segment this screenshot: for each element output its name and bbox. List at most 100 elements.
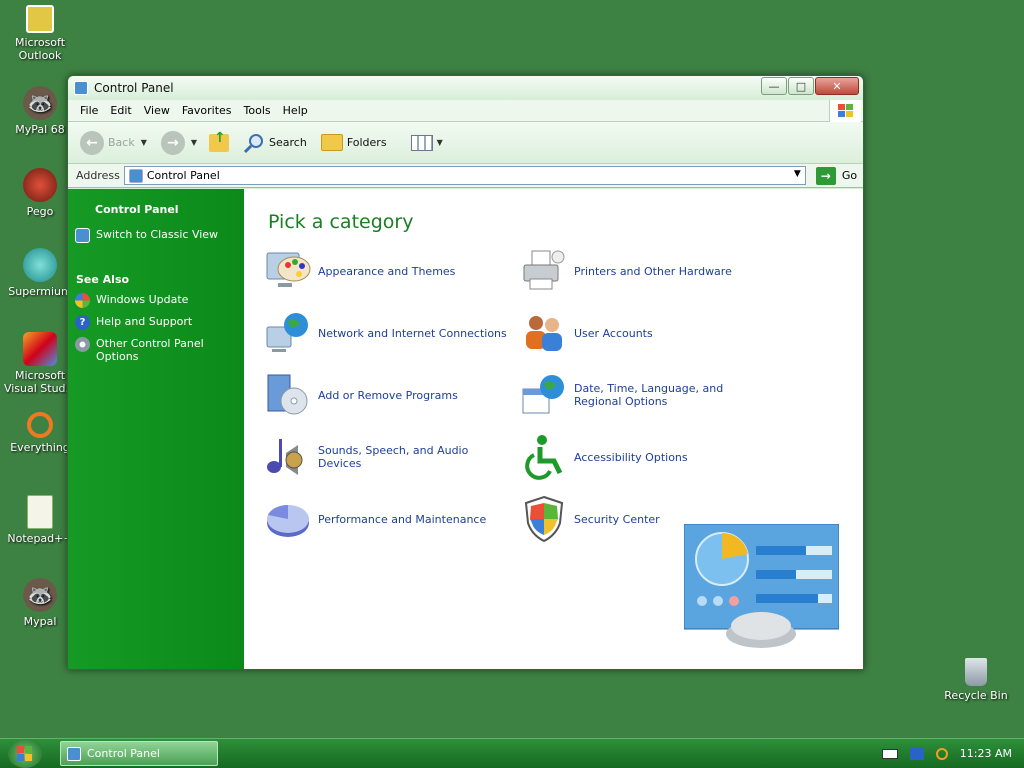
printer-icon [523, 250, 565, 290]
gear-icon [75, 337, 90, 352]
desktop-icon-label: Microsoft Outlook [14, 36, 66, 62]
menu-favorites[interactable]: Favorites [176, 104, 238, 117]
address-bar: Address Control Panel ▼ → Go [68, 164, 863, 188]
category-performance-maintenance[interactable]: Performance and Maintenance [264, 495, 514, 543]
windows-update-link[interactable]: Windows Update [68, 293, 244, 308]
task-pane-title: Control Panel [95, 203, 179, 216]
accessibility-icon [525, 435, 563, 480]
search-icon [243, 133, 264, 153]
visual-studio-icon [23, 332, 57, 366]
taskbar-button-label: Control Panel [87, 747, 160, 760]
desktop-icon-recycle-bin[interactable]: Recycle Bin [937, 658, 1015, 702]
security-shield-icon [524, 495, 564, 543]
menu-view[interactable]: View [138, 104, 176, 117]
date-time-globe-icon [522, 375, 564, 414]
network-icon[interactable] [909, 747, 924, 760]
address-value: Control Panel [146, 169, 220, 182]
category-label: Performance and Maintenance [318, 512, 487, 526]
category-label: Add or Remove Programs [318, 388, 458, 402]
windows-update-label: Windows Update [96, 293, 189, 306]
back-button[interactable]: ← Back [80, 130, 135, 155]
desktop-icon-outlook[interactable]: Microsoft Outlook [1, 5, 79, 62]
folders-button[interactable]: Folders [320, 134, 387, 151]
control-panel-illustration [684, 524, 839, 648]
clock[interactable]: 11:23 AM [960, 747, 1012, 760]
title-bar[interactable]: Control Panel — □ ✕ [68, 76, 863, 100]
search-button[interactable]: Search [243, 132, 307, 154]
back-label: Back [108, 136, 135, 149]
outlook-icon [26, 5, 54, 33]
up-folder-icon: ↑ [209, 130, 230, 152]
close-button[interactable]: ✕ [815, 77, 859, 95]
keyboard-icon[interactable] [881, 748, 898, 759]
start-button[interactable] [8, 740, 42, 768]
address-input[interactable]: Control Panel ▼ [123, 166, 806, 185]
views-dropdown-icon: ▼ [436, 138, 443, 147]
go-button[interactable]: → Go [815, 166, 858, 185]
category-accessibility[interactable]: Accessibility Options [520, 433, 770, 481]
supermium-icon [23, 248, 57, 282]
page-title: Pick a category [268, 211, 414, 233]
address-dropdown-icon[interactable]: ▼ [794, 169, 801, 179]
other-options-link[interactable]: Other Control Panel Options [68, 337, 244, 363]
category-sounds-audio[interactable]: Sounds, Speech, and Audio Devices [264, 433, 514, 481]
raccoon-icon: 🦝 [23, 86, 57, 120]
pego-icon [23, 168, 57, 202]
other-options-label: Other Control Panel Options [96, 337, 204, 363]
category-label: Security Center [574, 512, 660, 526]
menu-bar: File Edit View Favorites Tools Help [68, 100, 863, 122]
category-network-internet[interactable]: Network and Internet Connections [264, 309, 514, 357]
category-add-remove-programs[interactable]: Add or Remove Programs [264, 371, 514, 419]
category-label: Sounds, Speech, and Audio Devices [318, 444, 469, 470]
forward-dropdown-icon[interactable]: ▼ [191, 138, 197, 147]
folders-icon [320, 134, 343, 151]
toolbar: ← Back ▼ → ▼ ↑ Search Folders ▼ [68, 122, 863, 164]
search-icon[interactable] [935, 747, 948, 760]
switch-classic-view-label: Switch to Classic View [96, 228, 219, 241]
category-user-accounts[interactable]: User Accounts [520, 309, 770, 357]
taskbar: Control Panel 11:23 AM [0, 738, 1024, 768]
views-icon [410, 134, 433, 151]
recycle-bin-icon [965, 658, 987, 686]
control-panel-icon [67, 746, 81, 761]
control-panel-icon [75, 228, 90, 243]
up-folder-button[interactable]: ↑ [209, 130, 230, 152]
control-panel-icon [128, 168, 143, 183]
minimize-button[interactable]: — [761, 77, 787, 95]
system-tray: 11:23 AM [881, 747, 1012, 760]
menu-help[interactable]: Help [277, 104, 314, 117]
desktop-icon-label: Recycle Bin [944, 689, 1008, 702]
switch-classic-view-link[interactable]: Switch to Classic View [68, 228, 244, 243]
performance-pie-icon [267, 505, 309, 537]
control-panel-window: Control Panel — □ ✕ File Edit View Favor… [67, 75, 864, 670]
maximize-button[interactable]: □ [788, 77, 814, 95]
windows-logo-icon [829, 100, 861, 122]
category-label: Accessibility Options [574, 450, 688, 464]
menu-edit[interactable]: Edit [104, 104, 137, 117]
sounds-speaker-icon [267, 439, 303, 475]
window-title: Control Panel [94, 81, 174, 95]
help-icon: ? [75, 315, 90, 330]
forward-arrow-icon: → [160, 130, 185, 155]
category-date-time-language[interactable]: Date, Time, Language, and Regional Optio… [520, 371, 770, 419]
control-panel-icon [74, 81, 88, 95]
help-support-label: Help and Support [96, 315, 193, 328]
forward-button[interactable]: → [160, 130, 185, 155]
search-label: Search [269, 136, 307, 149]
category-appearance-themes[interactable]: Appearance and Themes [264, 247, 514, 295]
category-label: Appearance and Themes [318, 264, 456, 278]
category-view: Pick a category Appearance and Themes Pr… [244, 189, 863, 669]
menu-tools[interactable]: Tools [238, 104, 277, 117]
back-dropdown-icon[interactable]: ▼ [141, 138, 147, 147]
raccoon-icon: 🦝 [23, 578, 57, 612]
go-label: Go [841, 169, 858, 182]
views-button[interactable]: ▼ [410, 134, 443, 151]
content-area: Control Panel Switch to Classic View See… [68, 189, 863, 669]
windows-logo-icon [17, 746, 32, 761]
category-printers-hardware[interactable]: Printers and Other Hardware [520, 247, 770, 295]
help-support-link[interactable]: ? Help and Support [68, 315, 244, 330]
menu-file[interactable]: File [74, 104, 104, 117]
user-accounts-icon [526, 316, 562, 351]
category-label: User Accounts [574, 326, 653, 340]
taskbar-button-control-panel[interactable]: Control Panel [60, 741, 218, 766]
